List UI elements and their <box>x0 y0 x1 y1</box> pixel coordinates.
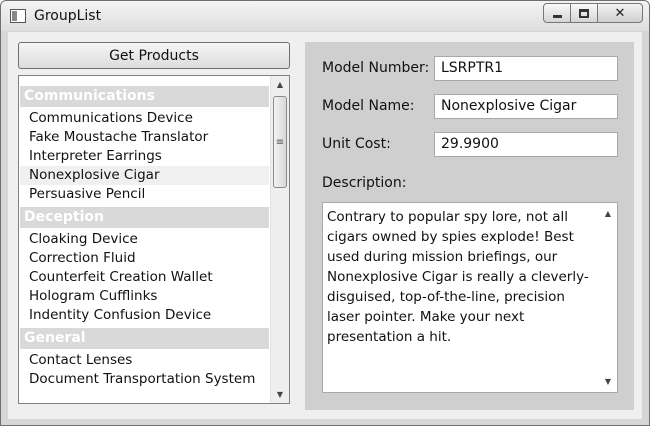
down-arrow-icon[interactable]: ▼ <box>599 373 617 390</box>
description-label: Description: <box>322 175 407 191</box>
list-item[interactable]: Indentity Confusion Device <box>20 306 269 325</box>
group-header: Deception <box>20 207 269 228</box>
unit-cost-field[interactable]: 29.9900 <box>434 132 618 157</box>
grip-icon: ≡ <box>275 136 285 148</box>
list-item[interactable]: Hologram Cufflinks <box>20 287 269 306</box>
model-number-label: Model Number: <box>322 60 430 76</box>
list-item[interactable]: Nonexplosive Cigar <box>20 166 269 185</box>
list-scrollbar[interactable]: ▲ ≡ ▼ <box>270 76 289 403</box>
window-client-area: Get Products Communications Communication… <box>8 32 642 419</box>
down-arrow-icon[interactable]: ▼ <box>271 386 289 403</box>
list-item[interactable]: Fake Moustache Translator <box>20 128 269 147</box>
product-listbox[interactable]: Communications Communications Device Fake … <box>18 75 290 404</box>
list-item[interactable]: Interpreter Earrings <box>20 147 269 166</box>
description-scrollbar[interactable]: ▲ ▼ <box>599 203 617 392</box>
list-item[interactable]: Communications Device <box>20 109 269 128</box>
up-arrow-icon[interactable]: ▲ <box>599 205 617 222</box>
group-list-window: GroupList ✕ Get Products Communications C… <box>0 0 650 426</box>
list-item[interactable]: Counterfeit Creation Wallet <box>20 268 269 287</box>
model-name-field[interactable]: Nonexplosive Cigar <box>434 94 618 119</box>
window-icon[interactable] <box>10 9 26 23</box>
list-item[interactable]: Correction Fluid <box>20 249 269 268</box>
unit-cost-label: Unit Cost: <box>322 136 391 152</box>
model-number-field[interactable]: LSRPTR1 <box>434 56 618 81</box>
close-icon: ✕ <box>614 5 626 21</box>
caption-buttons: ✕ <box>543 3 643 23</box>
minimize-button[interactable] <box>543 3 571 23</box>
maximize-icon <box>579 8 589 18</box>
list-item[interactable]: Cloaking Device <box>20 230 269 249</box>
description-text: Contrary to popular spy lore, not all ci… <box>327 209 589 345</box>
group-header: General <box>20 328 269 349</box>
title-bar[interactable]: GroupList ✕ <box>1 1 649 31</box>
model-name-label: Model Name: <box>322 98 415 114</box>
list-item[interactable]: Document Transportation System <box>20 370 269 389</box>
list-item[interactable]: Contact Lenses <box>20 351 269 370</box>
get-products-button[interactable]: Get Products <box>18 42 290 69</box>
minimize-icon <box>552 14 562 18</box>
group-header: Communications <box>20 86 269 107</box>
product-detail-panel: Model Number: LSRPTR1 Model Name: Nonexp… <box>305 42 634 410</box>
scroll-thumb[interactable]: ≡ <box>273 96 287 188</box>
window-title: GroupList <box>34 8 102 24</box>
maximize-button[interactable] <box>571 3 598 23</box>
up-arrow-icon[interactable]: ▲ <box>271 76 289 93</box>
product-list: Communications Communications Device Fake … <box>20 86 269 392</box>
list-item[interactable]: Persuasive Pencil <box>20 185 269 204</box>
description-textbox[interactable]: Contrary to popular spy lore, not all ci… <box>322 202 618 393</box>
close-button[interactable]: ✕ <box>598 3 643 23</box>
